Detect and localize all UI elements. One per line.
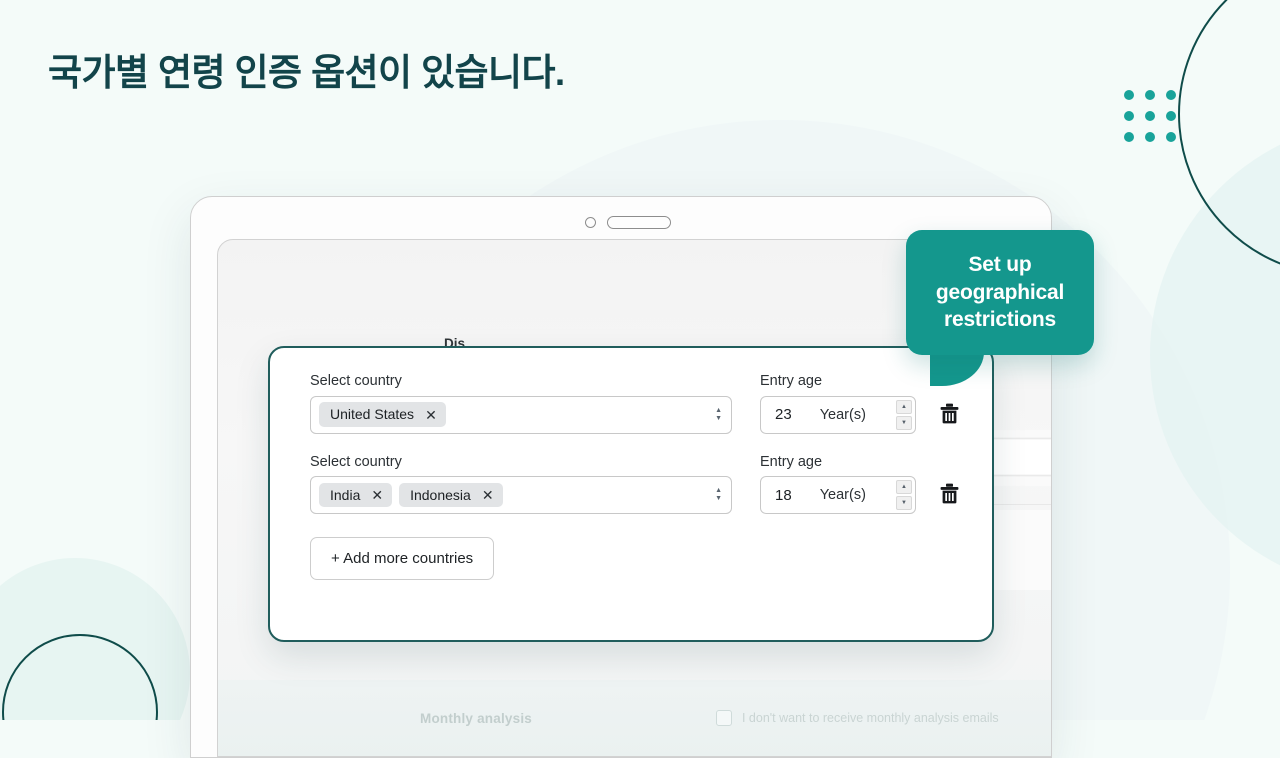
trash-icon [940, 483, 959, 504]
entry-age-field: Entry age 18 Year(s) ▲ ▼ [760, 453, 916, 514]
stepper-up-icon[interactable]: ▲ [896, 399, 912, 414]
stepper-down-icon[interactable]: ▼ [896, 415, 912, 430]
entry-age-value[interactable]: 18 [775, 487, 792, 504]
callout-text: Set up geographical restrictions [926, 251, 1074, 334]
callout-line-1: Set up [968, 253, 1032, 277]
entry-age-unit: Year(s) [819, 406, 866, 423]
entry-age-label: Entry age [760, 453, 823, 470]
country-age-row: Select country India ✕ Indonesia ✕ ▲ ▼ E… [310, 453, 959, 514]
select-country-field: Select country United States ✕ ▲ ▼ [310, 374, 732, 434]
callout-line-2: geographical [935, 280, 1065, 304]
country-tag-label: India [330, 486, 361, 503]
country-age-row: Select country United States ✕ ▲ ▼ Entry… [310, 374, 959, 434]
entry-age-input-wrapper[interactable]: 18 Year(s) ▲ ▼ [760, 476, 916, 514]
callout-bubble: Set up geographical restrictions [906, 230, 1094, 355]
chevron-updown-icon[interactable]: ▲ ▼ [715, 487, 722, 502]
country-tag[interactable]: India ✕ [319, 482, 393, 508]
entry-age-stepper[interactable]: ▲ ▼ [896, 399, 912, 430]
entry-age-value[interactable]: 23 [775, 406, 792, 423]
modal-body: Select country United States ✕ ▲ ▼ Entry… [270, 348, 992, 580]
select-country-field: Select country India ✕ Indonesia ✕ ▲ ▼ [310, 453, 732, 514]
stepper-down-icon[interactable]: ▼ [896, 496, 912, 510]
remove-country-icon[interactable]: ✕ [482, 488, 494, 502]
remove-country-icon[interactable]: ✕ [425, 408, 437, 422]
chevron-up-icon: ▲ [715, 406, 722, 414]
callout-line-3: restrictions [944, 308, 1056, 332]
country-multiselect[interactable]: India ✕ Indonesia ✕ ▲ ▼ [310, 476, 732, 514]
country-multiselect[interactable]: United States ✕ ▲ ▼ [310, 395, 732, 434]
stepper-up-icon[interactable]: ▲ [896, 480, 912, 494]
monthly-analysis-checkbox-group[interactable]: I don't want to receive monthly analysis… [715, 710, 999, 726]
speaker-grille-icon [607, 216, 671, 229]
remove-country-icon[interactable]: ✕ [371, 488, 383, 502]
chevron-down-icon: ▼ [715, 495, 722, 502]
page-title: 국가별 연령 인증 옵션이 있습니다. [48, 52, 565, 93]
geographical-restrictions-modal: Select country United States ✕ ▲ ▼ Entry… [268, 346, 994, 642]
country-tag[interactable]: United States ✕ [319, 402, 446, 427]
select-country-label: Select country [310, 373, 402, 389]
entry-age-stepper[interactable]: ▲ ▼ [896, 480, 912, 510]
monthly-analysis-title: Monthly analysis [420, 710, 532, 726]
entry-age-field: Entry age 23 Year(s) ▲ ▼ [760, 374, 916, 434]
entry-age-unit: Year(s) [819, 487, 866, 503]
entry-age-label: Entry age [760, 373, 823, 389]
camera-icon [585, 217, 596, 228]
chevron-updown-icon[interactable]: ▲ ▼ [715, 406, 722, 422]
chevron-down-icon: ▼ [715, 414, 722, 422]
trash-icon [940, 403, 959, 423]
country-tag-label: United States [330, 406, 415, 423]
delete-row-button[interactable] [940, 482, 959, 506]
monthly-analysis-checkbox-label: I don't want to receive monthly analysis… [741, 711, 999, 725]
add-more-countries-button[interactable]: + Add more countries [310, 537, 495, 580]
monthly-analysis-row: Monthly analysis I don't want to receive… [218, 680, 1051, 756]
country-tag-label: Indonesia [410, 486, 471, 503]
entry-age-input-wrapper[interactable]: 23 Year(s) ▲ ▼ [760, 395, 916, 434]
country-tag[interactable]: Indonesia ✕ [399, 482, 503, 508]
monthly-analysis-checkbox[interactable] [715, 710, 732, 726]
delete-row-button[interactable] [940, 401, 959, 425]
dot-grid-icon [1124, 90, 1176, 142]
select-country-label: Select country [310, 453, 402, 470]
chevron-up-icon: ▲ [715, 487, 722, 494]
